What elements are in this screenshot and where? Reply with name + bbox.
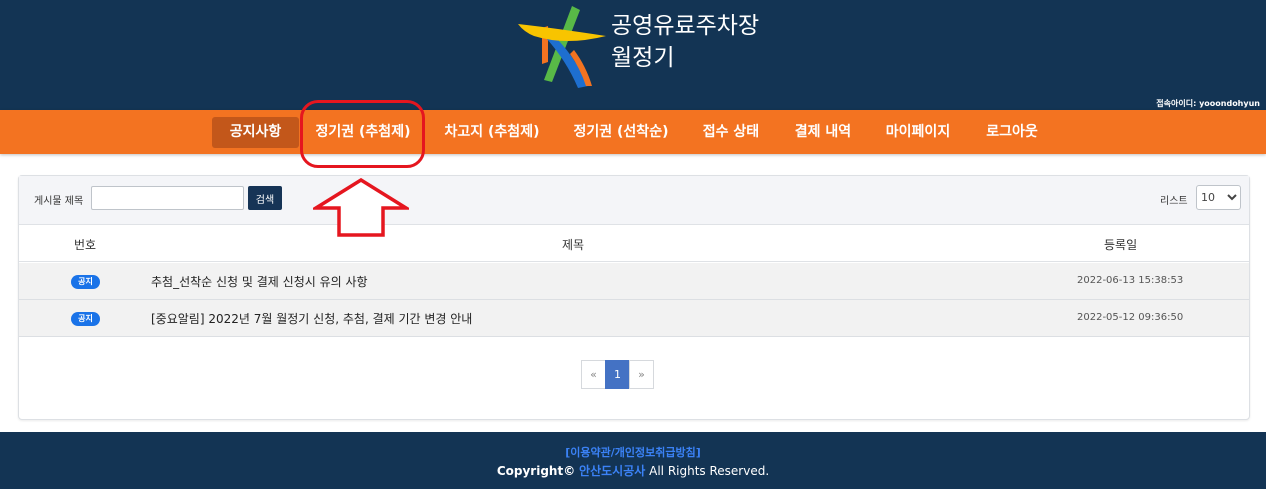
site-footer: [이용약관/개인정보취급방침] Copyright© 안산도시공사 All Ri…	[0, 432, 1266, 489]
nav-item-payment-history[interactable]: 결제 내역	[784, 117, 862, 148]
row-date: 2022-05-12 09:36:50	[1077, 312, 1184, 323]
notice-badge: 공지	[71, 275, 100, 289]
column-header-date: 등록일	[1104, 238, 1138, 252]
pagination-next[interactable]: »	[629, 360, 654, 389]
row-title-link[interactable]: [중요알림] 2022년 7월 월정기 신청, 추첨, 결제 기간 변경 안내	[151, 310, 472, 327]
site-title: 공영유료주차장 월정기	[611, 10, 759, 74]
table-header: 번호 제목 등록일	[19, 226, 1249, 262]
nav-item-notice[interactable]: 공지사항	[212, 117, 299, 148]
notice-badge: 공지	[71, 312, 100, 326]
logo-icon	[518, 6, 606, 88]
pagination-page-current[interactable]: 1	[605, 360, 630, 389]
organization-link[interactable]: 안산도시공사	[579, 464, 645, 478]
pagination-prev[interactable]: «	[581, 360, 606, 389]
copyright: Copyright© 안산도시공사 All Rights Reserved.	[0, 462, 1266, 479]
nav-item-garage-lottery[interactable]: 차고지 (추첨제)	[434, 117, 550, 148]
site-title-line1: 공영유료주차장	[611, 13, 760, 39]
nav-item-logout[interactable]: 로그아웃	[974, 117, 1050, 148]
pagination: « 1 »	[581, 360, 654, 389]
list-size-label: 리스트	[1160, 196, 1188, 207]
nav-item-season-firstcome[interactable]: 정기권 (선착순)	[563, 117, 679, 148]
row-title-link[interactable]: 추첨_선착순 신청 및 결제 신청시 유의 사항	[151, 273, 368, 290]
copyright-prefix: Copyright©	[496, 464, 576, 478]
nav-item-application-status[interactable]: 접수 상태	[692, 117, 770, 148]
copyright-suffix: All Rights Reserved.	[649, 464, 770, 478]
nav-item-mypage[interactable]: 마이페이지	[876, 117, 960, 148]
terms-privacy-link[interactable]: [이용약관/개인정보취급방침]	[0, 444, 1266, 460]
site-title-line2: 월정기	[611, 45, 675, 71]
site-header: 공영유료주차장 월정기 접속아이디: yooondohyun	[0, 0, 1266, 110]
notice-board: 게시물 제목 검색 리스트 10 번호 제목 등록일 공지 추첨_선착순 신청 …	[18, 175, 1250, 420]
search-label: 게시물 제목	[34, 196, 84, 207]
login-info: 접속아이디: yooondohyun	[1156, 99, 1260, 108]
nav-item-season-lottery[interactable]: 정기권 (추첨제)	[306, 117, 420, 148]
row-date: 2022-06-13 15:38:53	[1077, 275, 1184, 286]
main-nav: 공지사항 정기권 (추첨제) 차고지 (추첨제) 정기권 (선착순) 접수 상태…	[0, 110, 1266, 154]
table-row[interactable]: 공지 [중요알림] 2022년 7월 월정기 신청, 추첨, 결제 기간 변경 …	[19, 300, 1249, 337]
column-header-title: 제목	[562, 238, 585, 252]
search-button[interactable]: 검색	[248, 186, 282, 210]
board-toolbar: 게시물 제목 검색 리스트 10	[19, 176, 1249, 225]
table-row[interactable]: 공지 추첨_선착순 신청 및 결제 신청시 유의 사항 2022-06-13 1…	[19, 263, 1249, 300]
column-header-number: 번호	[74, 238, 97, 252]
list-size-select[interactable]: 10	[1196, 185, 1241, 210]
search-input[interactable]	[91, 186, 244, 210]
